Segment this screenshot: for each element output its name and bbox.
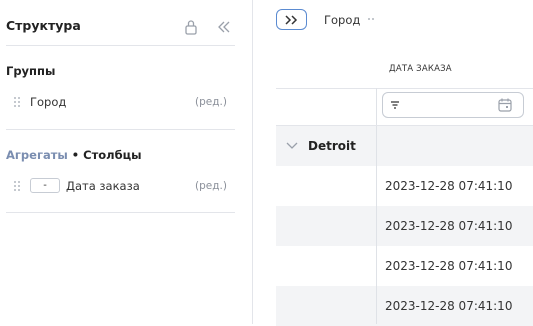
expand-sidebar-button[interactable] xyxy=(276,9,307,30)
drag-handle-icon[interactable] xyxy=(13,180,21,192)
title-separator: • xyxy=(67,148,84,162)
group-item-label: Город xyxy=(30,95,67,109)
group-by-chip[interactable]: Город xyxy=(324,13,360,27)
table-cell: 2023-12-28 07:41:10 xyxy=(385,259,513,273)
columns-tab[interactable]: Столбцы xyxy=(83,148,141,162)
aggregates-section-title: Агрегаты • Столбцы xyxy=(6,148,142,162)
drag-handle-icon[interactable] xyxy=(13,96,21,108)
double-chevron-right-icon xyxy=(285,15,298,25)
aggregate-select[interactable]: - xyxy=(30,178,60,193)
edit-column-link[interactable]: (ред.) xyxy=(195,180,227,192)
aggregates-tab[interactable]: Агрегаты xyxy=(6,148,68,162)
lock-icon[interactable] xyxy=(184,19,198,35)
edit-group-link[interactable]: (ред.) xyxy=(195,96,227,108)
panel-title: Структура xyxy=(6,18,81,33)
column-header-order-date[interactable]: ДАТА ЗАКАЗА xyxy=(389,64,452,74)
panel-separator xyxy=(252,0,253,324)
column-divider xyxy=(376,126,377,324)
table-cell: 2023-12-28 07:41:10 xyxy=(385,299,513,313)
column-item-label: Дата заказа xyxy=(66,179,140,193)
table-cell: 2023-12-28 07:41:10 xyxy=(385,219,513,233)
group-value: Detroit xyxy=(308,139,356,153)
filter-icon xyxy=(391,101,399,109)
drag-handle-icon[interactable] xyxy=(367,14,375,24)
divider xyxy=(6,129,235,130)
groups-section-title: Группы xyxy=(6,64,56,78)
chevron-down-icon[interactable] xyxy=(286,141,298,151)
table-cell: 2023-12-28 07:41:10 xyxy=(385,179,513,193)
collapse-panel-icon[interactable] xyxy=(216,19,232,35)
divider xyxy=(6,212,235,213)
divider xyxy=(6,45,235,46)
calendar-icon[interactable] xyxy=(497,97,513,113)
header-divider xyxy=(276,88,533,89)
